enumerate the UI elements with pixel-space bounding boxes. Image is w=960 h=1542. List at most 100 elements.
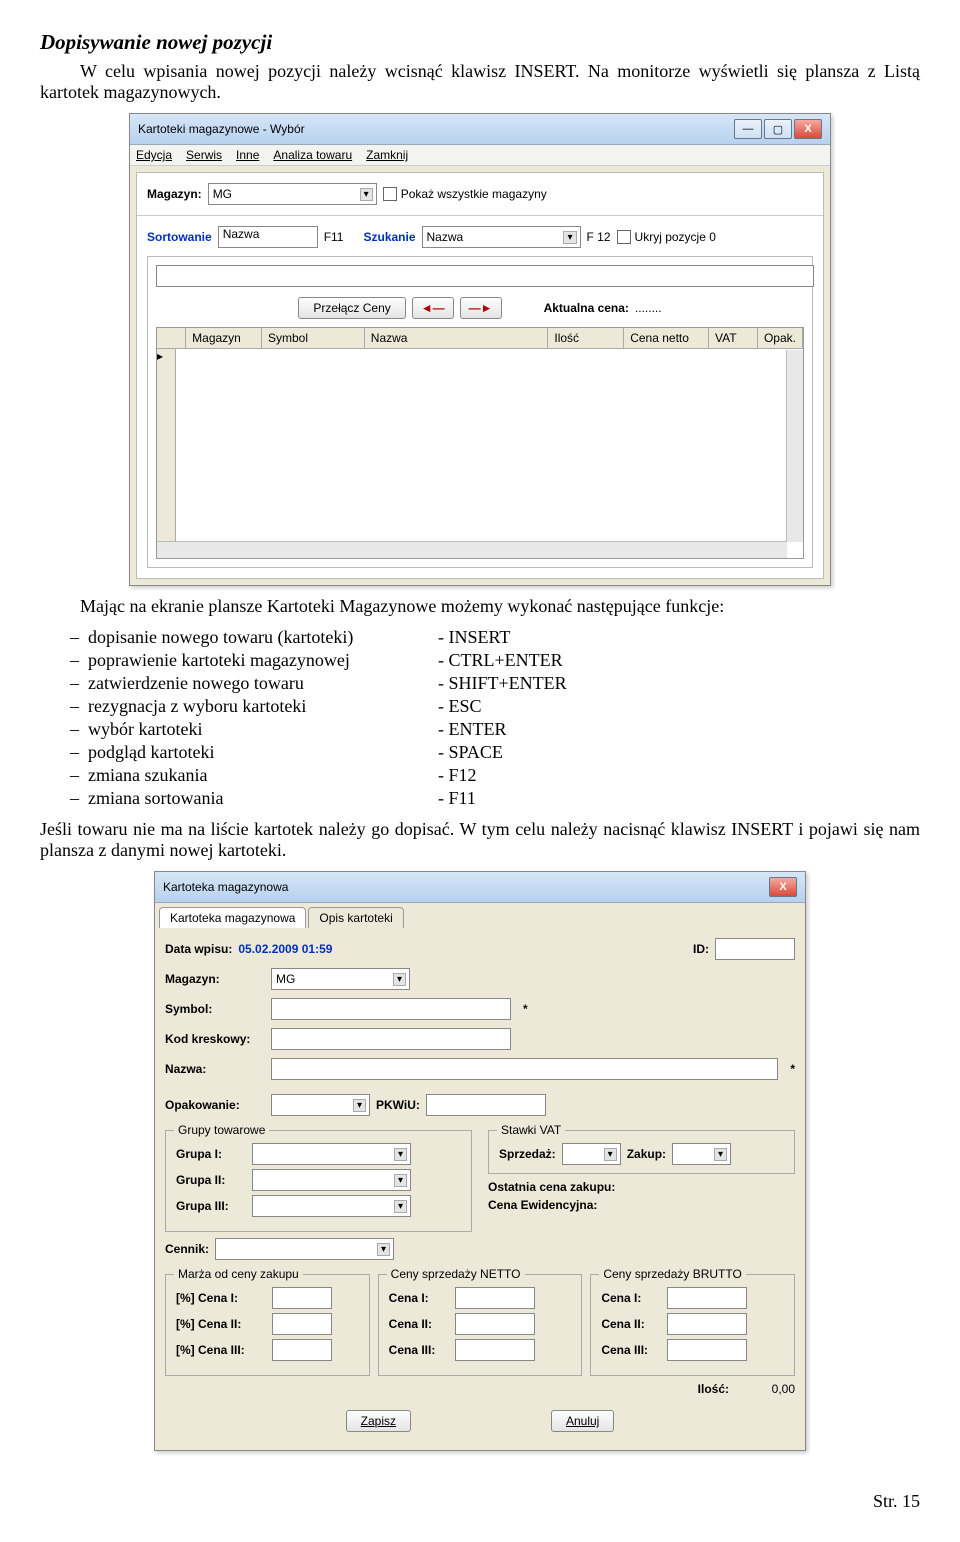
marza-cena1-field[interactable] [272,1287,332,1309]
pct-cena3-label: [%] Cena III: [176,1343,266,1357]
horizontal-scrollbar[interactable] [157,541,787,558]
zapisz-button[interactable]: Zapisz [346,1410,411,1432]
chevron-down-icon: ▾ [360,188,373,201]
tab-opis[interactable]: Opis kartoteki [308,907,403,928]
chevron-down-icon: ▾ [394,1174,407,1187]
sort-field[interactable]: Nazwa [218,226,318,248]
pkwiu-field[interactable] [426,1094,546,1116]
prev-button[interactable]: ◄— [412,297,454,319]
netto-cena2-field[interactable] [455,1313,535,1335]
szukanie-label: Szukanie [363,230,415,244]
pct-cena2-label: [%] Cena II: [176,1317,266,1331]
col-nazwa[interactable]: Nazwa [365,328,549,348]
menu-zamknij[interactable]: Zamknij [366,148,408,162]
data-wpisu-label: Data wpisu: [165,942,232,956]
checkbox-box [617,230,631,244]
col-symbol[interactable]: Symbol [262,328,365,348]
menu-analiza[interactable]: Analiza towaru [273,148,352,162]
marza-cena3-field[interactable] [272,1339,332,1361]
g1-select[interactable]: ▾ [252,1143,411,1165]
switch-prices-button[interactable]: Przełącz Ceny [298,297,405,319]
g2-select[interactable]: ▾ [252,1169,411,1191]
chevron-down-icon: ▾ [394,1148,407,1161]
g3-label: Grupa III: [176,1199,246,1213]
sort-label: Sortowanie [147,230,212,244]
g3-select[interactable]: ▾ [252,1195,411,1217]
tab-kartoteka[interactable]: Kartoteka magazynowa [159,907,306,928]
kod-field[interactable] [271,1028,511,1050]
szukanie-select[interactable]: Nazwa ▾ [422,226,581,248]
brutto-cena3-field[interactable] [667,1339,747,1361]
window-title: Kartoteki magazynowe - Wybór [138,122,305,136]
magazyn-select[interactable]: MG ▾ [271,968,410,990]
required-star: * [523,1002,528,1016]
nazwa-field[interactable] [271,1058,778,1080]
list-item: zatwierdzenie nowego towaru- SHIFT+ENTER [70,673,920,694]
list-item: poprawienie kartoteki magazynowej- CTRL+… [70,650,920,671]
id-field[interactable] [715,938,795,960]
chevron-down-icon: ▾ [604,1148,617,1161]
netto-cena3-field[interactable] [455,1339,535,1361]
brutto-cena1-field[interactable] [667,1287,747,1309]
col-cena[interactable]: Cena netto [624,328,709,348]
col-vat[interactable]: VAT [709,328,758,348]
sprzedaz-select[interactable]: ▾ [562,1143,621,1165]
show-all-checkbox[interactable]: Pokaż wszystkie magazyny [383,187,547,201]
opak-label: Opakowanie: [165,1098,265,1112]
brutto-cena3-label: Cena III: [601,1343,661,1357]
id-label: ID: [693,942,709,956]
fieldset-grupy: Grupy towarowe Grupa I:▾ Grupa II:▾ Grup… [165,1130,472,1232]
pkwiu-label: PKWiU: [376,1098,420,1112]
symbol-field[interactable] [271,998,511,1020]
col-ilosc[interactable]: Ilość [548,328,624,348]
para-2: Jeśli towaru nie ma na liście kartotek n… [40,819,920,861]
list-item: zmiana szukania- F12 [70,765,920,786]
minimize-button[interactable]: — [734,119,762,139]
close-button[interactable]: X [769,877,797,897]
window-title: Kartoteka magazynowa [163,880,288,894]
hide-zero-checkbox[interactable]: Ukryj pozycje 0 [617,230,716,244]
legend-netto: Ceny sprzedaży NETTO [387,1267,525,1281]
window-kartoteka-form: Kartoteka magazynowa X Kartoteka magazyn… [154,871,806,1451]
menu-inne[interactable]: Inne [236,148,259,162]
data-grid[interactable]: Magazyn Symbol Nazwa Ilość Cena netto VA… [156,327,804,559]
menu-serwis[interactable]: Serwis [186,148,222,162]
brutto-cena2-field[interactable] [667,1313,747,1335]
next-button[interactable]: —► [460,297,502,319]
cennik-select[interactable]: ▾ [215,1238,394,1260]
maximize-button[interactable]: ▢ [764,119,792,139]
menubar: Edycja Serwis Inne Analiza towaru Zamkni… [130,145,830,166]
zakup-select[interactable]: ▾ [672,1143,731,1165]
col-magazyn[interactable]: Magazyn [186,328,262,348]
magazyn-select[interactable]: MG ▾ [208,183,377,205]
magazyn-label: Magazyn: [165,972,265,986]
search-input[interactable] [156,265,814,287]
chevron-down-icon: ▾ [353,1099,366,1112]
symbol-label: Symbol: [165,1002,265,1016]
magazyn-label: Magazyn: [147,187,202,201]
legend-grupy: Grupy towarowe [174,1123,269,1137]
close-button[interactable]: X [794,119,822,139]
hide-zero-label: Ukryj pozycje 0 [635,230,716,244]
nazwa-label: Nazwa: [165,1062,265,1076]
ilosc-value: 0,00 [735,1382,795,1396]
chevron-down-icon: ▾ [394,1200,407,1213]
ost-cena-label: Ostatnia cena zakupu: [488,1180,658,1194]
menu-edycja[interactable]: Edycja [136,148,172,162]
opak-select[interactable]: ▾ [271,1094,370,1116]
zakup-label: Zakup: [627,1147,666,1161]
marza-cena2-field[interactable] [272,1313,332,1335]
function-list: dopisanie nowego towaru (kartoteki)- INS… [70,627,920,809]
anuluj-button[interactable]: Anuluj [551,1410,614,1432]
window-kartoteki-wybor: Kartoteki magazynowe - Wybór — ▢ X Edycj… [129,113,831,586]
kod-label: Kod kreskowy: [165,1032,265,1046]
col-opak[interactable]: Opak. [758,328,803,348]
cennik-label: Cennik: [165,1242,209,1256]
vertical-scrollbar[interactable] [786,350,803,542]
legend-marza: Marża od ceny zakupu [174,1267,303,1281]
funcs-intro: Mając na ekranie plansze Kartoteki Magaz… [40,596,920,617]
row-selector[interactable]: ▸ [157,349,176,557]
netto-cena1-field[interactable] [455,1287,535,1309]
fieldset-marza: Marża od ceny zakupu [%] Cena I: [%] Cen… [165,1274,370,1376]
netto-cena1-label: Cena I: [389,1291,449,1305]
